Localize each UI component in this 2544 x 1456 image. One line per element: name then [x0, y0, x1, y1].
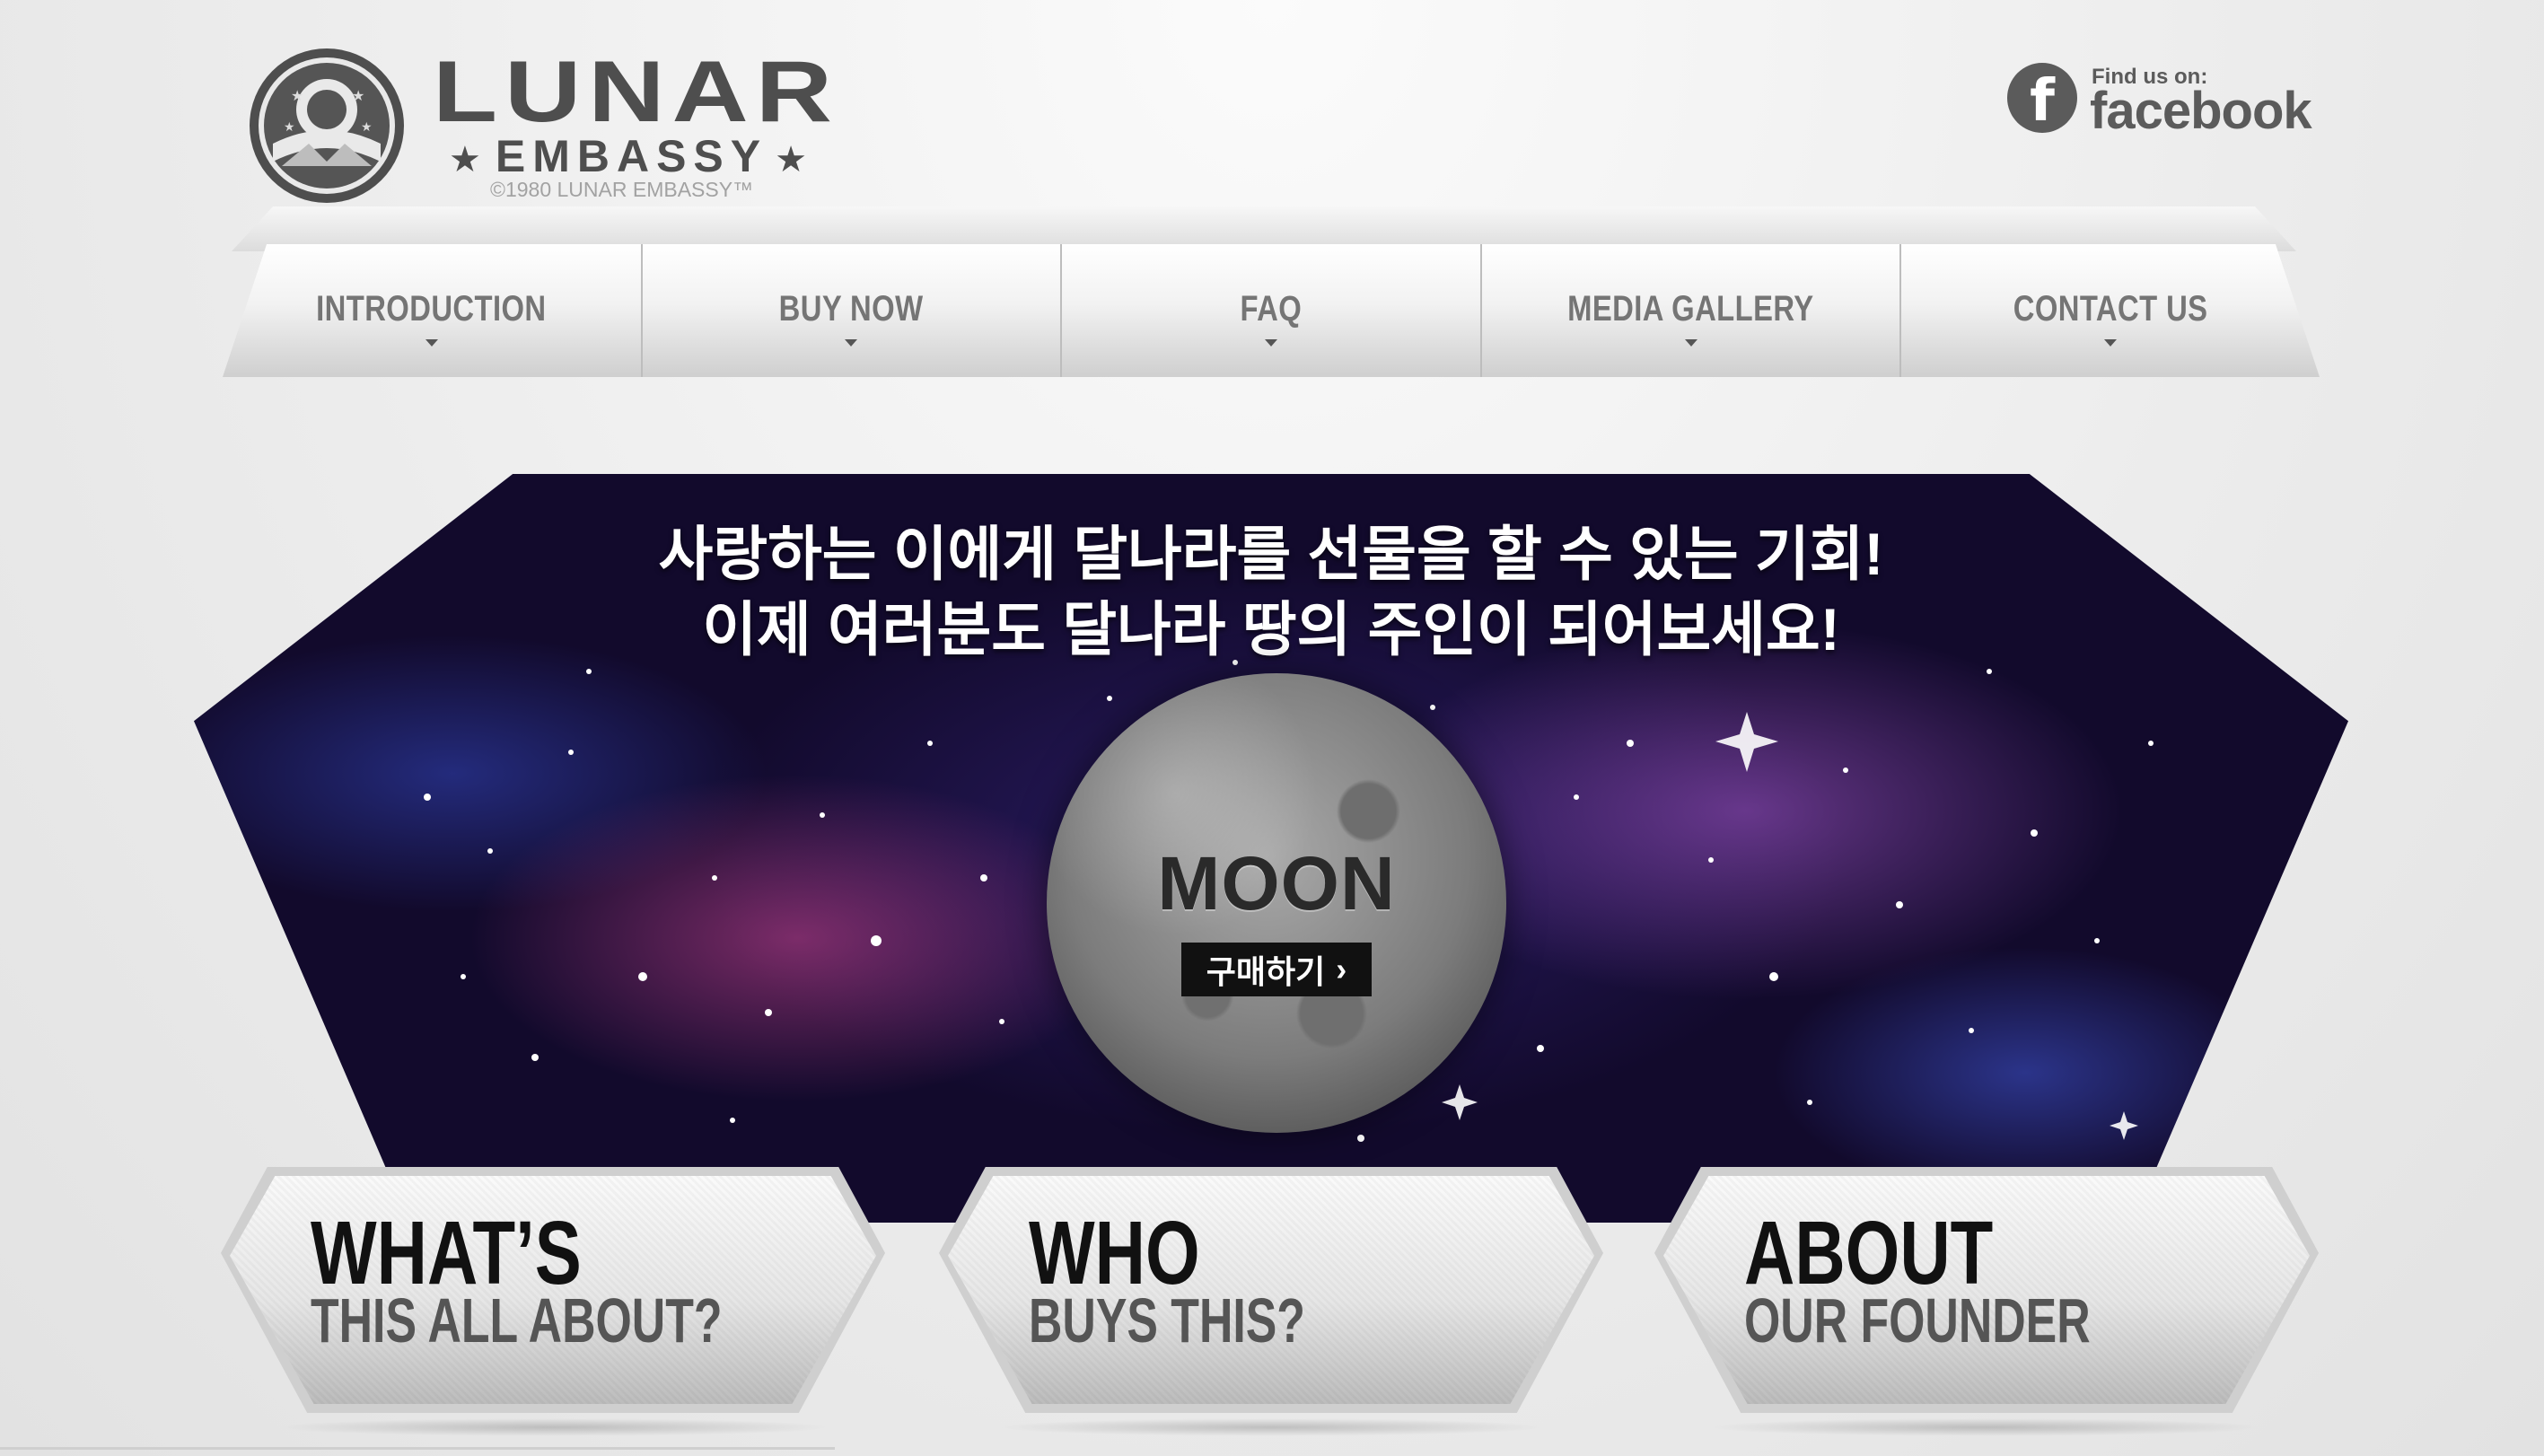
card-title: WHAT’S [311, 1203, 582, 1303]
nav-item-faq[interactable]: FAQ [1060, 244, 1480, 377]
buy-button-label: 구매하기 [1206, 953, 1326, 990]
logo-copyright: ©1980 LUNAR EMBASSY™ [490, 178, 754, 201]
nav-item-buy-now[interactable]: BUY NOW [640, 244, 1061, 377]
svg-text:★: ★ [291, 87, 303, 104]
caret-down-icon [425, 339, 438, 346]
star-icon: ★ [449, 140, 488, 180]
logo[interactable]: ★ ★ ★ ★ LUNAR ★ EMBASSY ★ ©1980 LUNAR EMBA… [246, 45, 874, 215]
nav-item-label: MEDIA GALLERY [1567, 288, 1814, 329]
main-nav: INTRODUCTION BUY NOW FAQ MEDIA GALLERY C… [223, 244, 2320, 377]
facebook-brand: facebook [2090, 82, 2312, 140]
facebook-icon: f [2007, 63, 2077, 135]
caret-down-icon [2104, 339, 2118, 346]
svg-text:★: ★ [361, 120, 373, 135]
card-title: ABOUT [1744, 1203, 1994, 1303]
moon-title: MOON [1157, 841, 1396, 925]
facebook-link[interactable]: f Find us on: facebook [2007, 61, 2312, 142]
logo-emblem-icon: ★ ★ ★ ★ [250, 48, 404, 203]
star-icon: ★ [775, 140, 814, 180]
card-shadow [275, 1418, 831, 1436]
buy-button[interactable]: 구매하기 › [1181, 943, 1372, 996]
logo-sub: ★ EMBASSY ★ [442, 130, 821, 182]
nav-item-introduction[interactable]: INTRODUCTION [223, 244, 641, 377]
caret-down-icon [845, 339, 858, 346]
divider [0, 1447, 835, 1450]
hero-headline: 사랑하는 이에게 달나라를 선물을 할 수 있는 기회! [658, 521, 1884, 587]
card-whats-this-about[interactable]: WHAT’S THIS ALL ABOUT? [221, 1167, 885, 1436]
card-who-buys-this[interactable]: WHO BUYS THIS? [939, 1167, 1603, 1436]
caret-down-icon [1684, 339, 1697, 346]
logo-sub-text: EMBASSY [495, 131, 768, 181]
nav-item-label: FAQ [1240, 288, 1303, 329]
logo-word: LUNAR [433, 43, 839, 141]
card-subtitle: THIS ALL ABOUT? [311, 1285, 723, 1355]
hero-subheadline: 이제 여러분도 달나라 땅의 주인이 되어보세요! [702, 596, 1840, 662]
nav-item-label: INTRODUCTION [316, 288, 547, 329]
hero-banner: 사랑하는 이에게 달나라를 선물을 할 수 있는 기회! 이제 여러분도 달나라… [194, 474, 2348, 1223]
nav-item-media-gallery[interactable]: MEDIA GALLERY [1479, 244, 1900, 377]
card-subtitle: OUR FOUNDER [1744, 1285, 2091, 1355]
nav-item-label: BUY NOW [778, 288, 924, 329]
card-title: WHO [1029, 1203, 1200, 1303]
nav-item-contact-us[interactable]: CONTACT US [1899, 244, 2320, 377]
caret-down-icon [1264, 339, 1277, 346]
nav-item-label: CONTACT US [2013, 288, 2208, 329]
svg-text:★: ★ [284, 120, 295, 135]
card-shadow [1708, 1418, 2265, 1436]
chevron-right-icon: › [1336, 951, 1347, 987]
card-subtitle: BUYS THIS? [1029, 1285, 1305, 1355]
svg-text:★: ★ [352, 87, 364, 104]
card-shadow [993, 1418, 1549, 1436]
card-about-founder[interactable]: ABOUT OUR FOUNDER [1654, 1167, 2319, 1436]
moon-image: MOON 구매하기 › [1047, 673, 1506, 1133]
